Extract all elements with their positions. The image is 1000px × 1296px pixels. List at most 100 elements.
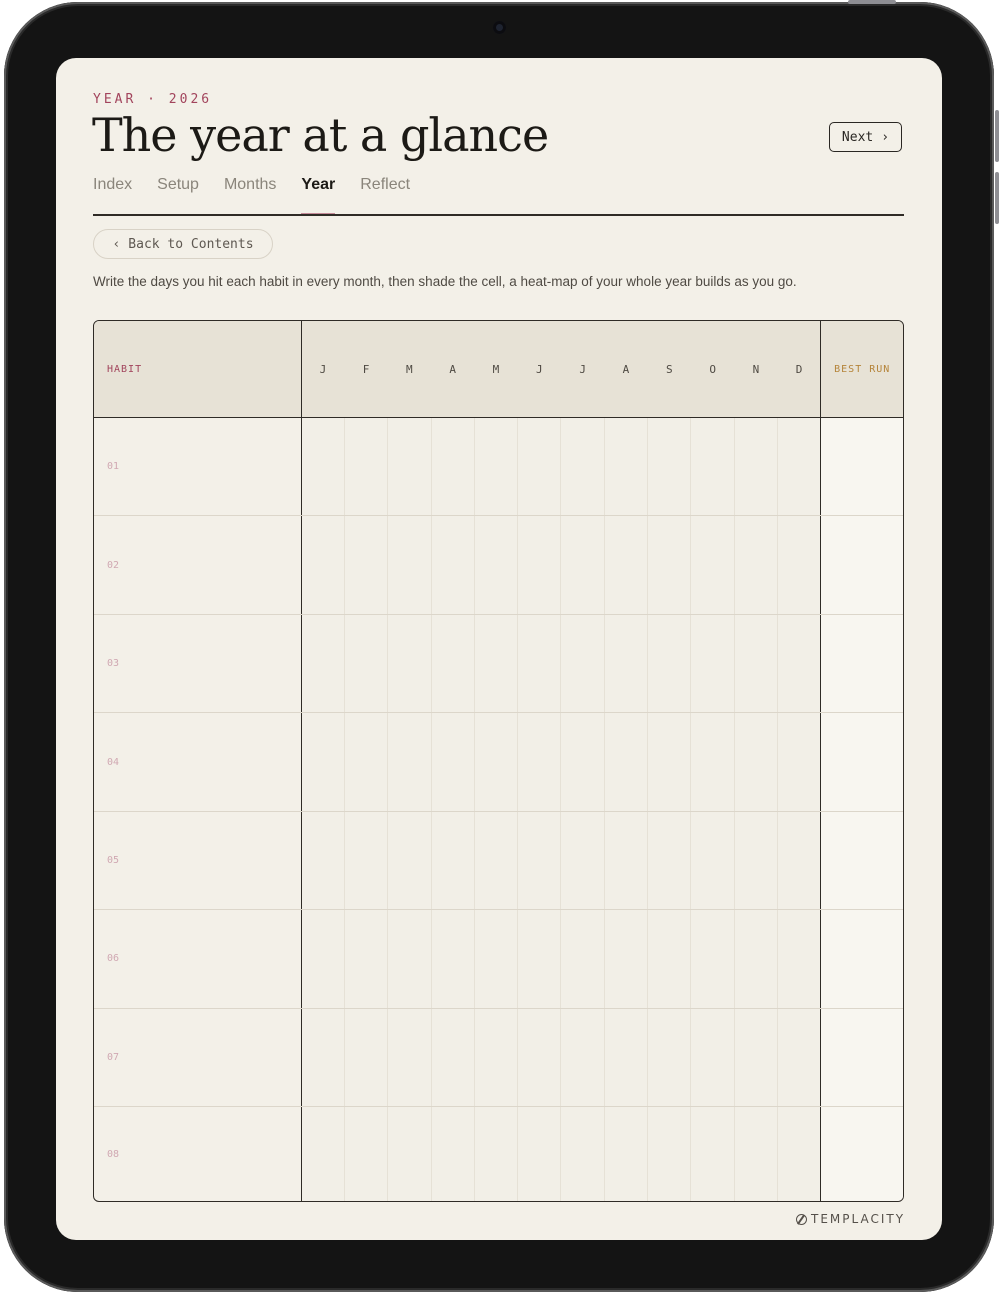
month-cell[interactable]: [604, 515, 649, 615]
month-cell[interactable]: [301, 614, 345, 714]
month-cell[interactable]: [647, 909, 692, 1009]
month-cell[interactable]: [301, 515, 345, 615]
month-cell[interactable]: [431, 712, 475, 812]
month-cell[interactable]: [777, 1106, 821, 1201]
month-cell[interactable]: [517, 811, 562, 911]
month-cell[interactable]: [690, 1106, 735, 1201]
tab-index[interactable]: Index: [93, 176, 132, 216]
month-cell[interactable]: [517, 614, 562, 714]
month-cell[interactable]: [647, 515, 692, 615]
best-run-cell[interactable]: [820, 1008, 903, 1108]
month-cell[interactable]: [344, 712, 389, 812]
month-cell[interactable]: [734, 909, 779, 1009]
month-cell[interactable]: [690, 909, 735, 1009]
month-cell[interactable]: [604, 417, 649, 517]
month-cell[interactable]: [560, 1106, 605, 1201]
month-cell[interactable]: [647, 417, 692, 517]
month-cell[interactable]: [301, 417, 345, 517]
month-cell[interactable]: [474, 614, 519, 714]
best-run-cell[interactable]: [820, 909, 903, 1009]
month-cell[interactable]: [474, 909, 519, 1009]
month-cell[interactable]: [647, 1008, 692, 1108]
tab-months[interactable]: Months: [224, 176, 276, 216]
tab-reflect[interactable]: Reflect: [360, 176, 410, 216]
month-cell[interactable]: [517, 1008, 562, 1108]
month-cell[interactable]: [560, 712, 605, 812]
month-cell[interactable]: [604, 614, 649, 714]
month-cell[interactable]: [474, 1008, 519, 1108]
month-cell[interactable]: [301, 712, 345, 812]
month-cell[interactable]: [517, 417, 562, 517]
month-cell[interactable]: [777, 1008, 821, 1108]
month-cell[interactable]: [560, 614, 605, 714]
month-cell[interactable]: [517, 909, 562, 1009]
month-cell[interactable]: [647, 1106, 692, 1201]
habit-name-cell[interactable]: 02: [94, 515, 302, 615]
month-cell[interactable]: [344, 1008, 389, 1108]
month-cell[interactable]: [560, 515, 605, 615]
month-cell[interactable]: [690, 1008, 735, 1108]
month-cell[interactable]: [777, 515, 821, 615]
habit-name-cell[interactable]: 04: [94, 712, 302, 812]
month-cell[interactable]: [560, 1008, 605, 1108]
month-cell[interactable]: [301, 1008, 345, 1108]
habit-name-cell[interactable]: 01: [94, 417, 302, 517]
month-cell[interactable]: [387, 515, 432, 615]
best-run-cell[interactable]: [820, 417, 903, 517]
month-cell[interactable]: [301, 811, 345, 911]
month-cell[interactable]: [474, 417, 519, 517]
month-cell[interactable]: [431, 909, 475, 1009]
month-cell[interactable]: [301, 909, 345, 1009]
month-cell[interactable]: [431, 811, 475, 911]
tab-setup[interactable]: Setup: [157, 176, 199, 216]
month-cell[interactable]: [387, 614, 432, 714]
month-cell[interactable]: [690, 515, 735, 615]
month-cell[interactable]: [690, 417, 735, 517]
month-cell[interactable]: [344, 811, 389, 911]
best-run-cell[interactable]: [820, 515, 903, 615]
month-cell[interactable]: [474, 712, 519, 812]
best-run-cell[interactable]: [820, 712, 903, 812]
month-cell[interactable]: [344, 909, 389, 1009]
month-cell[interactable]: [777, 909, 821, 1009]
month-cell[interactable]: [777, 417, 821, 517]
month-cell[interactable]: [344, 1106, 389, 1201]
month-cell[interactable]: [604, 811, 649, 911]
month-cell[interactable]: [517, 1106, 562, 1201]
month-cell[interactable]: [734, 1106, 779, 1201]
month-cell[interactable]: [647, 811, 692, 911]
month-cell[interactable]: [777, 614, 821, 714]
month-cell[interactable]: [387, 1008, 432, 1108]
back-to-contents-button[interactable]: ‹ Back to Contents: [93, 229, 273, 259]
month-cell[interactable]: [301, 1106, 345, 1201]
habit-name-cell[interactable]: 06: [94, 909, 302, 1009]
month-cell[interactable]: [777, 811, 821, 911]
month-cell[interactable]: [431, 614, 475, 714]
month-cell[interactable]: [647, 712, 692, 812]
month-cell[interactable]: [474, 1106, 519, 1201]
month-cell[interactable]: [344, 515, 389, 615]
month-cell[interactable]: [604, 1008, 649, 1108]
month-cell[interactable]: [344, 417, 389, 517]
month-cell[interactable]: [431, 417, 475, 517]
month-cell[interactable]: [560, 811, 605, 911]
month-cell[interactable]: [517, 515, 562, 615]
month-cell[interactable]: [560, 417, 605, 517]
best-run-cell[interactable]: [820, 1106, 903, 1201]
month-cell[interactable]: [690, 614, 735, 714]
best-run-cell[interactable]: [820, 811, 903, 911]
next-button[interactable]: Next ›: [829, 122, 902, 152]
month-cell[interactable]: [387, 811, 432, 911]
month-cell[interactable]: [604, 909, 649, 1009]
month-cell[interactable]: [647, 614, 692, 714]
month-cell[interactable]: [474, 811, 519, 911]
month-cell[interactable]: [431, 515, 475, 615]
habit-name-cell[interactable]: 08: [94, 1106, 302, 1201]
month-cell[interactable]: [690, 811, 735, 911]
month-cell[interactable]: [734, 811, 779, 911]
month-cell[interactable]: [734, 614, 779, 714]
month-cell[interactable]: [387, 1106, 432, 1201]
habit-name-cell[interactable]: 05: [94, 811, 302, 911]
best-run-cell[interactable]: [820, 614, 903, 714]
tab-year[interactable]: Year: [301, 176, 335, 216]
